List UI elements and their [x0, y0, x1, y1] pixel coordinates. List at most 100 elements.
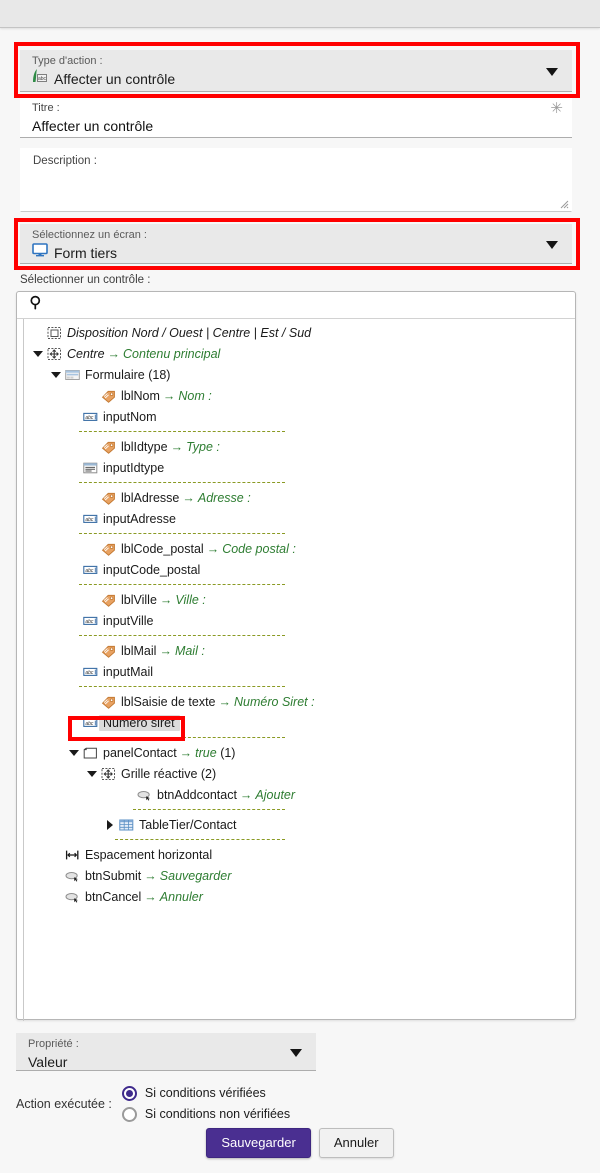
- tree-node-label: inputMail: [103, 664, 154, 679]
- tree-node-lblSaisie[interactable]: lblSaisie de texte → Numéro Siret :: [17, 691, 575, 712]
- cancel-button[interactable]: Annuler: [318, 1128, 394, 1158]
- radio-dot: [125, 1089, 133, 1097]
- tree-node-label: lblCode_postal → Code postal :: [121, 541, 296, 556]
- textinput-icon: abc: [81, 410, 99, 424]
- twisty-open-icon[interactable]: [85, 767, 99, 781]
- button-icon: [63, 890, 81, 904]
- tree-node-inputIdtype[interactable]: inputIdtype: [17, 457, 575, 478]
- search-input[interactable]: [44, 296, 575, 314]
- tree-node-tableTierContact[interactable]: TableTier/Contact: [17, 814, 575, 835]
- tree-separator: [79, 482, 285, 483]
- chevron-down-icon[interactable]: [546, 67, 558, 76]
- tree-node-btnAddcontact[interactable]: btnAddcontact → Ajouter: [17, 784, 575, 805]
- tag-icon: [99, 491, 117, 505]
- tree-node-label: btnSubmit → Sauvegarder: [85, 868, 232, 883]
- radio-option-0[interactable]: Si conditions vérifiées: [121, 1084, 290, 1102]
- tree-node-lblCode_postal[interactable]: lblCode_postal → Code postal :: [17, 538, 575, 559]
- tree-node-label: inputIdtype: [103, 460, 165, 475]
- tree-node-lblNom[interactable]: lblNom → Nom :: [17, 385, 575, 406]
- property-value: Valeur: [28, 1053, 68, 1070]
- action-executed-options[interactable]: Si conditions vérifiées Si conditions non…: [121, 1084, 290, 1123]
- radio-indicator[interactable]: [121, 1106, 137, 1122]
- tree-separator: [79, 686, 285, 687]
- twisty-open-icon[interactable]: [49, 368, 63, 382]
- textinput-icon: abc: [81, 665, 99, 679]
- action-type-select[interactable]: Type d'action : abc Affecter un contrôle: [20, 50, 572, 92]
- title-label: Titre :: [32, 102, 60, 114]
- tag-icon: [99, 593, 117, 607]
- grid-move-icon: [99, 767, 117, 781]
- tree-node-btnSubmit[interactable]: btnSubmit → Sauvegarder: [17, 865, 575, 886]
- radio-option-1[interactable]: Si conditions non vérifiées: [121, 1105, 290, 1123]
- twisty-open-icon[interactable]: [31, 347, 45, 361]
- screen-select-value: Form tiers: [54, 244, 117, 261]
- tag-icon: [99, 542, 117, 556]
- tree-node-lblIdtype[interactable]: lblIdtype → Type :: [17, 436, 575, 457]
- tree-separator: [115, 839, 285, 840]
- chevron-down-icon[interactable]: [546, 240, 558, 249]
- property-select[interactable]: Propriété : Valeur: [16, 1033, 316, 1071]
- tree-node-label: Disposition Nord / Ouest | Centre | Est …: [67, 325, 312, 340]
- monitor-icon: [32, 243, 48, 262]
- textinput-icon: abc: [81, 563, 99, 577]
- tree-node-grilleReactive[interactable]: Grille réactive (2): [17, 763, 575, 784]
- control-tree[interactable]: Disposition Nord / Ouest | Centre | Est …: [17, 319, 575, 1021]
- description-field[interactable]: Description :: [20, 148, 572, 212]
- control-tree-panel[interactable]: Disposition Nord / Ouest | Centre | Est …: [16, 291, 576, 1021]
- tree-node-formulaire[interactable]: Formulaire (18): [17, 364, 575, 385]
- tree-node-disposition[interactable]: Disposition Nord / Ouest | Centre | Est …: [17, 322, 575, 343]
- tree-node-numeroSiret[interactable]: abc Numéro siret: [17, 712, 575, 733]
- svg-text:abc: abc: [85, 618, 94, 624]
- search-icon: [29, 295, 44, 315]
- tree-node-label: panelContact → true (1): [103, 745, 236, 760]
- chevron-down-icon[interactable]: [290, 1048, 302, 1057]
- tree-node-panelContact[interactable]: panelContact → true (1): [17, 742, 575, 763]
- twisty-open-icon[interactable]: [67, 746, 81, 760]
- tree-node-label: Formulaire (18): [85, 367, 171, 382]
- radio-label: Si conditions vérifiées: [144, 1086, 266, 1100]
- tree-separator: [79, 431, 285, 432]
- radio-indicator[interactable]: [121, 1085, 137, 1101]
- tree-node-inputAdresse[interactable]: abc inputAdresse: [17, 508, 575, 529]
- screen-select[interactable]: Sélectionnez un écran : Form tiers: [20, 224, 572, 264]
- grid-move-icon: [45, 347, 63, 361]
- save-button[interactable]: Sauvegarder: [206, 1128, 311, 1158]
- tree-node-inputVille[interactable]: abc inputVille: [17, 610, 575, 631]
- tree-search-row[interactable]: [17, 292, 575, 319]
- title-field[interactable]: Titre : Affecter un contrôle ✳: [20, 98, 572, 138]
- required-asterisk-icon: ✳: [550, 100, 563, 117]
- svg-text:abc: abc: [85, 669, 94, 675]
- tree-node-btnCancel[interactable]: btnCancel → Annuler: [17, 886, 575, 907]
- layout-icon: [45, 326, 63, 340]
- title-value[interactable]: Affecter un contrôle: [20, 115, 572, 135]
- tree-node-inputMail[interactable]: abc inputMail: [17, 661, 575, 682]
- tree-node-label: Centre → Contenu principal: [67, 346, 221, 361]
- action-executed-label: Action exécutée :: [16, 1096, 112, 1111]
- tree-node-inputCode_postal[interactable]: abc inputCode_postal: [17, 559, 575, 580]
- twisty-closed-icon[interactable]: [103, 818, 117, 832]
- tree-node-lblMail[interactable]: lblMail → Mail :: [17, 640, 575, 661]
- tree-separator: [79, 737, 285, 738]
- window-titlebar: [0, 0, 600, 28]
- tree-separator: [79, 584, 285, 585]
- tree-node-label: btnAddcontact → Ajouter: [157, 787, 296, 802]
- resize-grip-icon[interactable]: [560, 200, 569, 209]
- tree-node-centre[interactable]: Centre → Contenu principal: [17, 343, 575, 364]
- tree-node-label: lblSaisie de texte → Numéro Siret :: [121, 694, 315, 709]
- tree-node-lblVille[interactable]: lblVille → Ville :: [17, 589, 575, 610]
- tree-node-lblAdresse[interactable]: lblAdresse → Adresse :: [17, 487, 575, 508]
- tree-separator: [133, 809, 285, 810]
- tree-node-inputNom[interactable]: abc inputNom: [17, 406, 575, 427]
- tree-node-espacement[interactable]: Espacement horizontal: [17, 844, 575, 865]
- button-icon: [135, 788, 153, 802]
- action-type-label: Type d'action :: [32, 55, 103, 67]
